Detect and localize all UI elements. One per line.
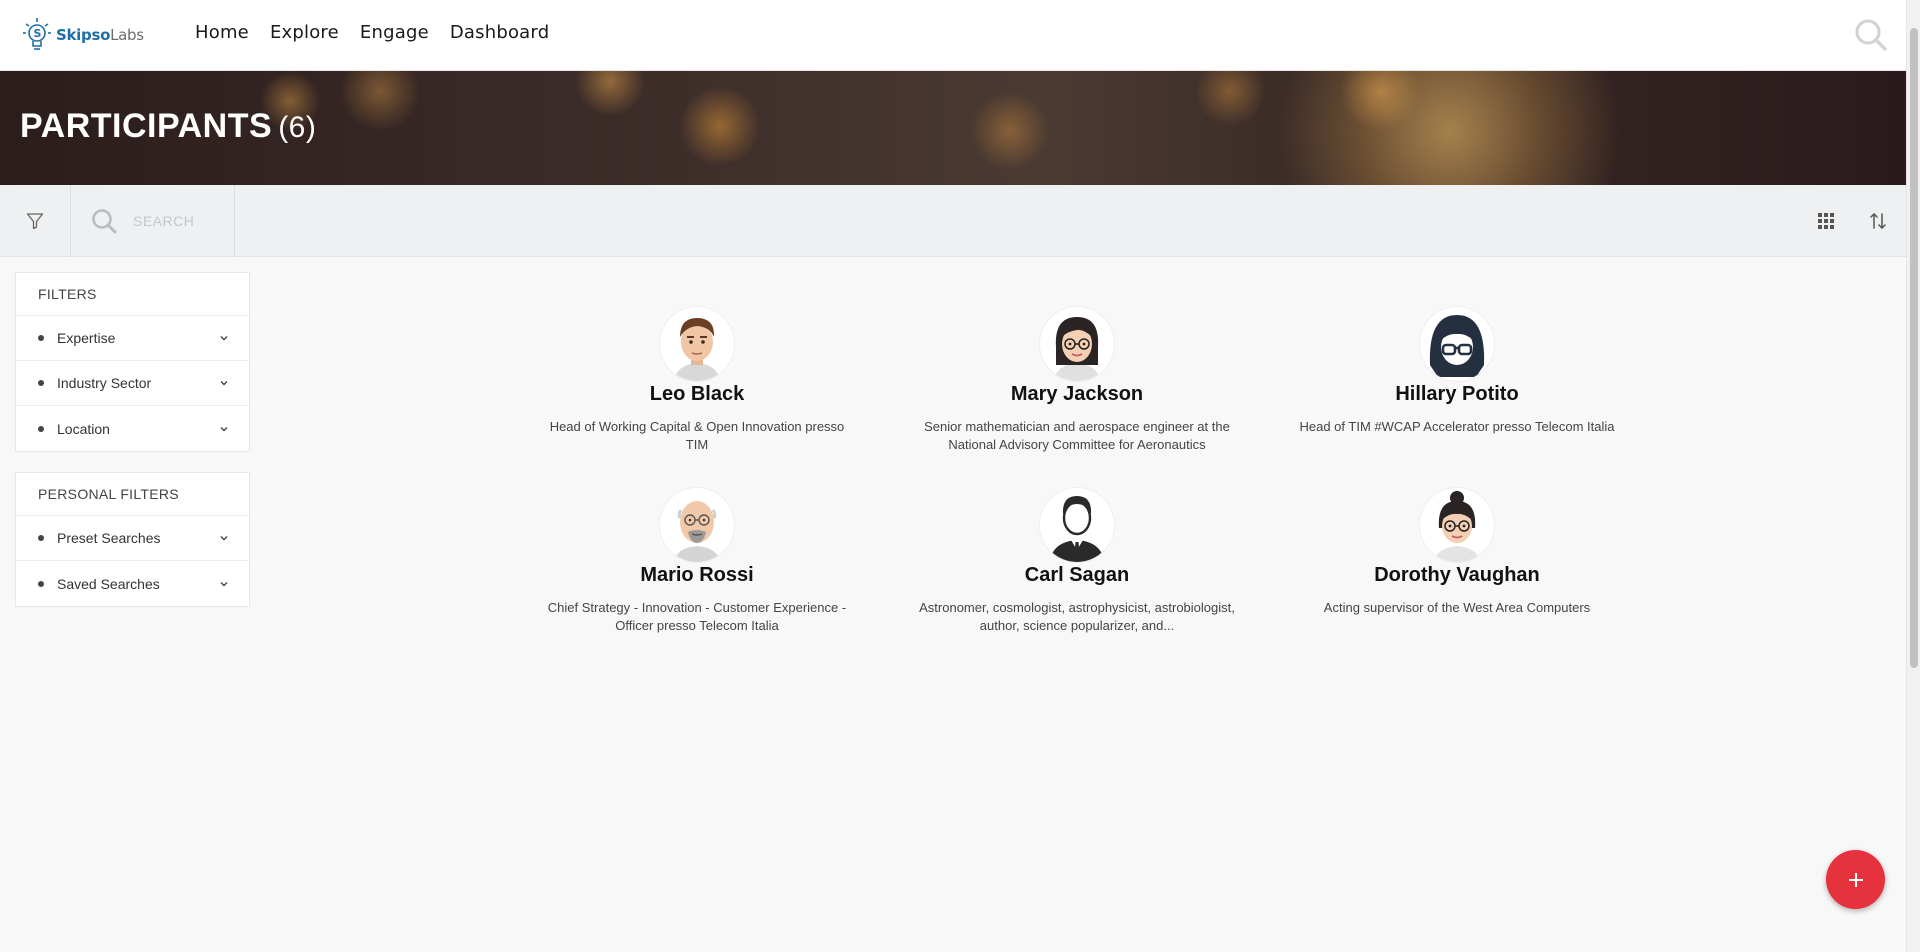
search-input[interactable] (131, 212, 221, 230)
filters-title: FILTERS (16, 273, 249, 316)
man-brown-hair-avatar[interactable] (660, 307, 734, 381)
participant-name[interactable]: Carl Sagan (907, 564, 1247, 587)
participant-description: Senior mathematician and aerospace engin… (924, 419, 1230, 452)
filter-label: Location (57, 420, 110, 437)
search-box (71, 185, 235, 257)
toolbar (0, 185, 1906, 257)
bullet-dot (38, 535, 44, 541)
participant-card[interactable]: Hillary Potito Head of TIM #WCAP Acceler… (1287, 307, 1627, 436)
participant-count: (6) (278, 111, 317, 144)
page-title-text: PARTICIPANTS (20, 107, 273, 145)
dark-hair-glasses-avatar[interactable] (1420, 307, 1494, 381)
filter-saved-searches[interactable]: Saved Searches (16, 561, 249, 606)
main-nav: Home Explore Engage Dashboard (195, 22, 549, 43)
man-suit-avatar[interactable] (1040, 488, 1114, 562)
search-icon[interactable] (1854, 18, 1888, 52)
filter-label: Industry Sector (57, 375, 152, 391)
scrollbar-thumb[interactable] (1910, 28, 1918, 668)
nav-home[interactable]: Home (195, 22, 249, 43)
filter-preset-searches[interactable]: Preset Searches (16, 516, 249, 561)
svg-text:S: S (34, 27, 42, 40)
personal-filters-panel: PERSONAL FILTERS Preset Searches Saved S… (15, 472, 250, 607)
filter-toggle-button[interactable] (0, 185, 71, 257)
logo-text-part2: Labs (110, 26, 144, 44)
bald-man-glasses-avatar[interactable] (660, 488, 734, 562)
plus-icon (1848, 872, 1863, 887)
search-icon (92, 209, 117, 234)
bullet-dot (38, 335, 44, 341)
participant-card[interactable]: Mary Jackson Senior mathematician and ae… (907, 307, 1247, 454)
filters-panel: FILTERS Expertise Industry Sector Locati… (15, 272, 250, 452)
top-navbar: S SkipsoLabs Home Explore Engage Dashboa… (0, 0, 1906, 71)
lightbulb-logo-icon: S (23, 18, 51, 50)
grid-view-icon[interactable] (1816, 211, 1836, 231)
chevron-down-icon (220, 536, 228, 541)
filter-location[interactable]: Location (16, 406, 249, 451)
filter-label: Expertise (57, 330, 116, 346)
hero-banner: PARTICIPANTS (6) (0, 71, 1906, 185)
participant-name[interactable]: Leo Black (527, 383, 867, 406)
participant-name[interactable]: Hillary Potito (1287, 383, 1627, 406)
chevron-down-icon (220, 426, 228, 431)
woman-bun-glasses-avatar[interactable] (1420, 488, 1494, 562)
add-button[interactable] (1826, 850, 1885, 909)
bullet-dot (38, 425, 44, 432)
participant-description: Head of Working Capital & Open Innovatio… (549, 419, 845, 452)
brand-logo[interactable]: S SkipsoLabs (22, 16, 144, 54)
participant-description: Acting supervisor of the West Area Compu… (1323, 600, 1591, 615)
participant-card[interactable]: Dorothy Vaughan Acting supervisor of the… (1287, 488, 1627, 617)
nav-explore[interactable]: Explore (270, 22, 339, 43)
sort-icon[interactable] (1868, 211, 1888, 231)
chevron-down-icon (220, 336, 228, 341)
funnel-icon (26, 213, 44, 230)
participant-name[interactable]: Mario Rossi (527, 564, 867, 587)
chevron-down-icon (220, 381, 228, 386)
logo-text: SkipsoLabs (56, 26, 144, 44)
logo-text-part1: Skipso (56, 26, 111, 44)
filter-industry-sector[interactable]: Industry Sector (16, 361, 249, 406)
filter-label: Saved Searches (57, 575, 160, 592)
woman-glasses-avatar[interactable] (1040, 307, 1114, 381)
participant-card[interactable]: Leo Black Head of Working Capital & Open… (527, 307, 867, 454)
participant-description: Chief Strategy - Innovation - Customer E… (547, 600, 847, 633)
filter-label: Preset Searches (57, 530, 161, 546)
participant-name[interactable]: Mary Jackson (907, 383, 1247, 406)
personal-filters-title: PERSONAL FILTERS (16, 473, 249, 516)
bullet-dot (38, 580, 44, 587)
bullet-dot (38, 380, 44, 386)
page-scrollbar[interactable] (1906, 0, 1920, 952)
page-title: PARTICIPANTS (6) (20, 107, 316, 146)
participant-card[interactable]: Mario Rossi Chief Strategy - Innovation … (527, 488, 867, 635)
participant-name[interactable]: Dorothy Vaughan (1287, 564, 1627, 587)
nav-engage[interactable]: Engage (360, 22, 429, 43)
participant-description: Astronomer, cosmologist, astrophysicist,… (919, 600, 1235, 633)
filter-expertise[interactable]: Expertise (16, 316, 249, 361)
participant-description: Head of TIM #WCAP Accelerator presso Tel… (1299, 419, 1615, 434)
participant-card[interactable]: Carl Sagan Astronomer, cosmologist, astr… (907, 488, 1247, 635)
nav-dashboard[interactable]: Dashboard (450, 22, 549, 43)
chevron-down-icon (220, 581, 228, 586)
